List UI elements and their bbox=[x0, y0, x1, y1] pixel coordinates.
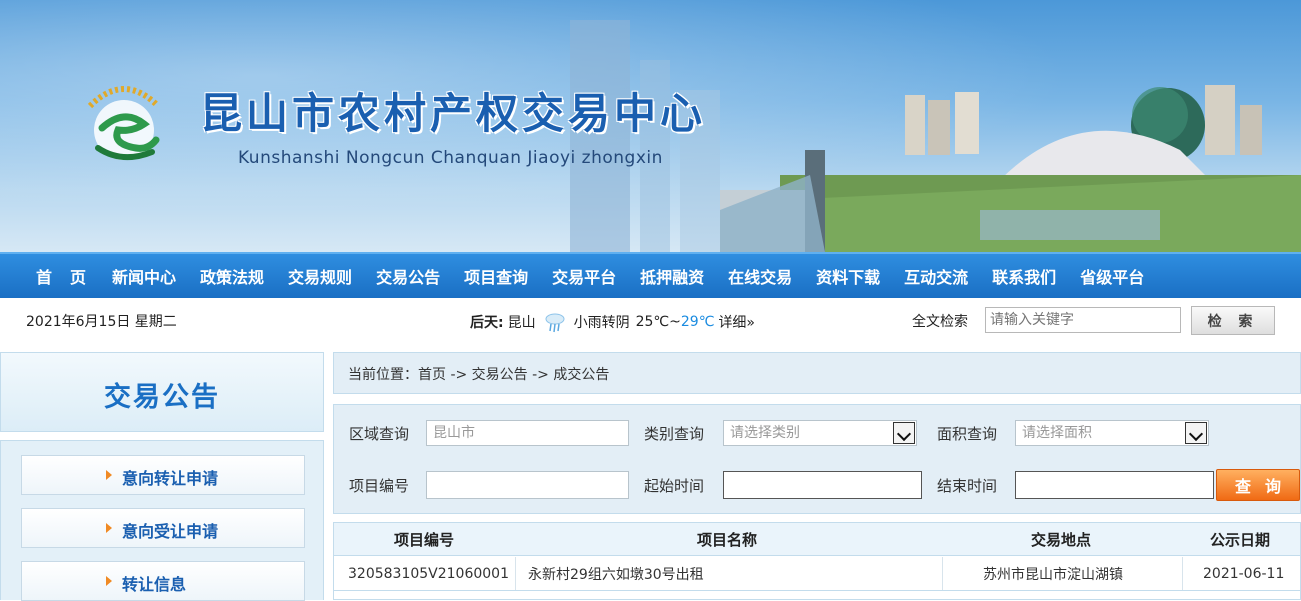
cell-location: 苏州市昆山市淀山湖镇 bbox=[943, 557, 1183, 590]
nav-item-mortgage[interactable]: 抵押融资 bbox=[640, 264, 704, 288]
area-select[interactable]: 请选择面积 bbox=[1015, 420, 1209, 446]
category-label: 类别查询 bbox=[644, 425, 705, 443]
filter-panel: 区域查询 昆山市 类别查询 请选择类别 面积查询 请选择面积 项目编号 起始时间… bbox=[333, 404, 1301, 514]
breadcrumb: 当前位置：首页 -> 交易公告 -> 成交公告 bbox=[333, 352, 1301, 394]
weather-city: 昆山 bbox=[507, 315, 536, 331]
area-label: 面积查询 bbox=[937, 425, 998, 443]
weather-desc: 小雨转阴 bbox=[573, 315, 630, 331]
sidebar-item-label: 意向转让申请 bbox=[122, 469, 219, 488]
sidebar: 交易公告 意向转让申请 意向受让申请 转让信息 bbox=[0, 352, 324, 601]
cell-project-name[interactable]: 永新村29组六如墩30号出租 bbox=[516, 557, 943, 590]
nav-item-downloads[interactable]: 资料下载 bbox=[816, 264, 880, 288]
weather-details-link[interactable]: 详细» bbox=[718, 312, 755, 332]
sidebar-item-acquire-application[interactable]: 意向受让申请 bbox=[21, 508, 305, 548]
nav-item-interaction[interactable]: 互动交流 bbox=[904, 264, 968, 288]
sidebar-header: 交易公告 bbox=[0, 352, 324, 432]
table-row[interactable]: 320583105V21060001 永新村29组六如墩30号出租 苏州市昆山市… bbox=[334, 557, 1300, 591]
temp-high: 29℃ bbox=[680, 314, 715, 330]
arrow-right-icon bbox=[106, 576, 112, 586]
main-nav: 首页 新闻中心 政策法规 交易规则 交易公告 项目查询 交易平台 抵押融资 在线… bbox=[0, 252, 1301, 298]
nav-item-rules[interactable]: 交易规则 bbox=[288, 264, 352, 288]
region-label: 区域查询 bbox=[349, 425, 410, 443]
column-header-name: 项目名称 bbox=[697, 530, 758, 549]
temp-low: 25℃~ bbox=[635, 314, 681, 330]
sidebar-item-label: 意向受让申请 bbox=[122, 522, 219, 541]
sidebar-item-label: 转让信息 bbox=[122, 575, 187, 594]
sidebar-menu: 意向转让申请 意向受让申请 转让信息 bbox=[0, 440, 324, 601]
start-time-label: 起始时间 bbox=[644, 477, 705, 495]
end-time-input[interactable] bbox=[1015, 471, 1214, 499]
chevron-down-icon bbox=[893, 422, 915, 444]
search-label: 全文检索 bbox=[912, 314, 968, 330]
nav-item-online-trade[interactable]: 在线交易 bbox=[728, 264, 792, 288]
nav-item-policy[interactable]: 政策法规 bbox=[200, 264, 264, 288]
category-select[interactable]: 请选择类别 bbox=[723, 420, 917, 446]
project-code-input[interactable] bbox=[426, 471, 629, 499]
weather-widget: 后天: 昆山 小雨转阴 25℃~ 29℃ 详细» bbox=[470, 311, 755, 333]
query-button[interactable]: 查询 bbox=[1216, 469, 1300, 501]
nav-item-news[interactable]: 新闻中心 bbox=[112, 264, 176, 288]
nav-item-home[interactable]: 首页 bbox=[36, 264, 104, 288]
sidebar-item-transfer-info[interactable]: 转让信息 bbox=[21, 561, 305, 601]
start-time-input[interactable] bbox=[723, 471, 922, 499]
column-header-date: 公示日期 bbox=[1210, 530, 1271, 549]
area-select-value: 请选择面积 bbox=[1022, 425, 1092, 441]
cell-date: 2021-06-11 bbox=[1203, 565, 1285, 582]
fulltext-search-input[interactable] bbox=[985, 307, 1181, 333]
cell-project-code: 320583105V21060001 bbox=[334, 557, 516, 590]
results-table: 项目编号 项目名称 交易地点 公示日期 320583105V21060001 永… bbox=[333, 522, 1301, 600]
nav-item-announcements[interactable]: 交易公告 bbox=[376, 264, 440, 288]
region-input[interactable]: 昆山市 bbox=[426, 420, 629, 446]
project-code-label: 项目编号 bbox=[349, 477, 410, 495]
site-logo-icon bbox=[87, 86, 161, 161]
nav-item-trade-platform[interactable]: 交易平台 bbox=[552, 264, 616, 288]
rain-cloud-icon bbox=[545, 313, 565, 333]
weather-label: 后天: bbox=[470, 315, 504, 331]
column-header-code: 项目编号 bbox=[394, 530, 455, 549]
chevron-down-icon bbox=[1185, 422, 1207, 444]
nav-item-project-query[interactable]: 项目查询 bbox=[464, 264, 528, 288]
arrow-right-icon bbox=[106, 523, 112, 533]
category-select-value: 请选择类别 bbox=[730, 425, 800, 441]
sidebar-item-transfer-application[interactable]: 意向转让申请 bbox=[21, 455, 305, 495]
table-header: 项目编号 项目名称 交易地点 公示日期 bbox=[334, 523, 1300, 556]
current-date: 2021年6月15日 星期二 bbox=[26, 314, 177, 330]
search-button[interactable]: 检 索 bbox=[1191, 306, 1275, 335]
site-subtitle: Kunshanshi Nongcun Chanquan Jiaoyi zhong… bbox=[238, 148, 663, 168]
site-title: 昆山市农村产权交易中心 bbox=[200, 89, 707, 138]
main-content: 当前位置：首页 -> 交易公告 -> 成交公告 区域查询 昆山市 类别查询 请选… bbox=[333, 352, 1301, 600]
site-banner: 昆山市农村产权交易中心 Kunshanshi Nongcun Chanquan … bbox=[0, 0, 1301, 252]
end-time-label: 结束时间 bbox=[937, 477, 998, 495]
sidebar-heading: 交易公告 bbox=[104, 382, 220, 413]
nav-item-provincial[interactable]: 省级平台 bbox=[1080, 264, 1144, 288]
nav-item-contact[interactable]: 联系我们 bbox=[992, 264, 1056, 288]
column-header-location: 交易地点 bbox=[1031, 530, 1092, 549]
arrow-right-icon bbox=[106, 470, 112, 480]
